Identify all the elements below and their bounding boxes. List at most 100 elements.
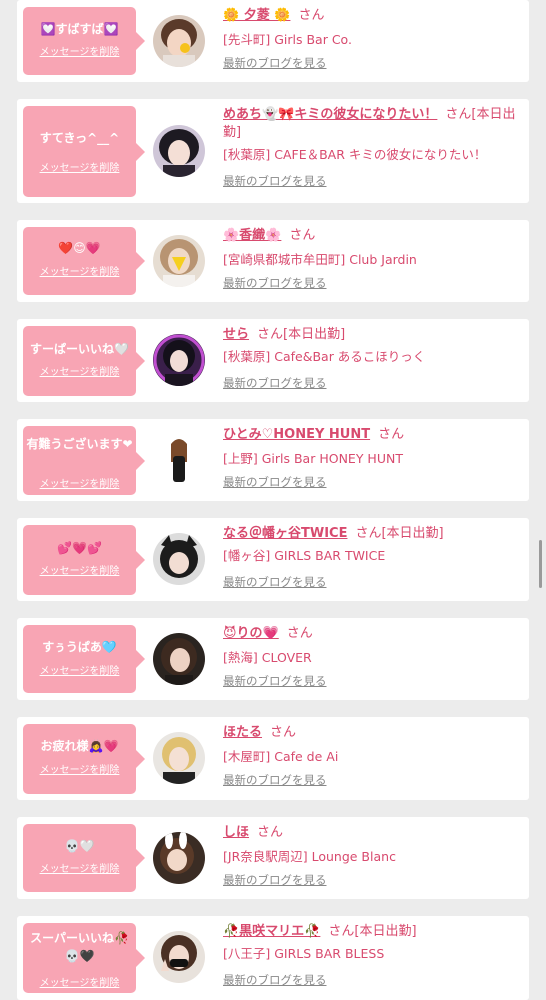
- latest-blog-link[interactable]: 最新のブログを見る: [223, 973, 519, 987]
- avatar[interactable]: [153, 732, 205, 784]
- entry-info: めあち👻🎀キミの彼女になりたい！ さん[本日出勤] [秋葉原] CAFE＆BAR …: [223, 106, 519, 188]
- list-item: すぅうぱあ🩵 メッセージを削除 😈りの💗 さん [熱海] CLOVER 最新のブロ…: [17, 618, 529, 700]
- latest-blog-link[interactable]: 最新のブログを見る: [223, 475, 519, 489]
- delete-message-link[interactable]: メッセージを削除: [23, 163, 136, 175]
- entry-info: ほたる さん [木屋町] Cafe de Ai 最新のブログを見る: [223, 724, 519, 787]
- message-bubble: 💀🤍 メッセージを削除: [23, 824, 145, 892]
- delete-message-link[interactable]: メッセージを削除: [23, 864, 136, 876]
- message-bubble: すーぱーいいね🤍 メッセージを削除: [23, 326, 145, 396]
- delete-message-link[interactable]: メッセージを削除: [23, 666, 136, 678]
- latest-blog-link[interactable]: 最新のブログを見る: [223, 376, 519, 390]
- cast-name-link[interactable]: せら: [223, 327, 249, 342]
- latest-blog-link[interactable]: 最新のブログを見る: [223, 174, 519, 188]
- attendance-status: [本日出勤]: [354, 924, 417, 939]
- delete-message-link[interactable]: メッセージを削除: [23, 367, 136, 379]
- message-bubble: スーパーいいね🥀💀🖤 メッセージを削除: [23, 923, 145, 993]
- avatar[interactable]: [153, 235, 205, 287]
- attendance-status: [本日出勤]: [381, 526, 444, 541]
- message-bubble: 有難うございます❤ メッセージを削除: [23, 426, 145, 495]
- avatar[interactable]: [153, 434, 205, 486]
- shop-name: [秋葉原] Cafe&Bar あるこほりっく: [223, 349, 426, 364]
- delete-message-link[interactable]: メッセージを削除: [23, 479, 136, 491]
- honorific: さん: [445, 107, 472, 122]
- entry-info: 🌸香織🌸 さん [宮崎県都城市牟田町] Club Jardin 最新のブログを見る: [223, 227, 519, 290]
- cast-name-link[interactable]: なる＠幡ヶ谷TWICE: [223, 526, 347, 541]
- cast-name-link[interactable]: 🌼 夕菱 🌼: [223, 8, 290, 23]
- honorific: さん: [378, 427, 405, 442]
- entry-info: 🥀黒咲マリエ🥀 さん[本日出勤] [八王子] GIRLS BAR BLESS 最新…: [223, 923, 519, 987]
- list-item: 💕💗💕 メッセージを削除 なる＠幡ヶ谷TWICE さん[本日出勤] [幡ヶ谷] G…: [17, 518, 529, 601]
- latest-blog-link[interactable]: 最新のブログを見る: [223, 674, 519, 688]
- cast-name-link[interactable]: ほたる: [223, 725, 262, 740]
- avatar[interactable]: [153, 15, 205, 67]
- scrollbar-thumb[interactable]: [539, 540, 542, 588]
- latest-blog-link[interactable]: 最新のブログを見る: [223, 276, 519, 290]
- message-bubble: 💕💗💕 メッセージを削除: [23, 525, 145, 595]
- entry-info: なる＠幡ヶ谷TWICE さん[本日出勤] [幡ヶ谷] GIRLS BAR TWIC…: [223, 525, 519, 589]
- shop-name: [秋葉原] CAFE＆BAR キミの彼女になりたい！: [223, 147, 487, 162]
- avatar[interactable]: [153, 334, 205, 386]
- message-text: 💟すばすば💟: [40, 22, 119, 36]
- latest-blog-link[interactable]: 最新のブログを見る: [223, 575, 519, 589]
- message-bubble: すぅうぱあ🩵 メッセージを削除: [23, 625, 145, 693]
- message-text: ❤️😊💗: [58, 241, 101, 255]
- message-text: すてきっ^__^: [39, 131, 120, 145]
- message-list: 💟すばすば💟 メッセージを削除 🌼 夕菱 🌼 さん [先斗町] Girls Bar…: [0, 0, 546, 1000]
- shop-name: [幡ヶ谷] GIRLS BAR TWICE: [223, 548, 386, 563]
- shop-name: [熱海] CLOVER: [223, 650, 312, 665]
- shop-name: [宮崎県都城市牟田町] Club Jardin: [223, 252, 417, 267]
- cast-name-link[interactable]: 😈りの💗: [223, 626, 279, 641]
- honorific: さん: [257, 825, 284, 840]
- entry-info: 😈りの💗 さん [熱海] CLOVER 最新のブログを見る: [223, 625, 519, 688]
- honorific: さん: [328, 924, 355, 939]
- latest-blog-link[interactable]: 最新のブログを見る: [223, 56, 519, 70]
- list-item: ❤️😊💗 メッセージを削除 🌸香織🌸 さん [宮崎県都城市牟田町] Club Ja…: [17, 220, 529, 302]
- honorific: さん: [289, 228, 316, 243]
- message-bubble: すてきっ^__^ メッセージを削除: [23, 106, 145, 197]
- message-text: 💀🤍: [64, 839, 95, 853]
- avatar[interactable]: [153, 533, 205, 585]
- list-item: すてきっ^__^ メッセージを削除 めあち👻🎀キミの彼女になりたい！ さん[本日出…: [17, 99, 529, 203]
- cast-name-link[interactable]: めあち👻🎀キミの彼女になりたい！: [223, 107, 437, 122]
- list-item: スーパーいいね🥀💀🖤 メッセージを削除 🥀黒咲マリエ🥀 さん[本日出勤] [八王子…: [17, 916, 529, 1000]
- shop-name: [JR奈良駅周辺] Lounge Blanc: [223, 849, 396, 864]
- shop-name: [先斗町] Girls Bar Co.: [223, 32, 352, 47]
- message-text: スーパーいいね🥀💀🖤: [30, 931, 129, 963]
- latest-blog-link[interactable]: 最新のブログを見る: [223, 873, 519, 887]
- honorific: さん: [257, 327, 284, 342]
- list-item: お疲れ様🙇‍♀️💗 メッセージを削除 ほたる さん [木屋町] Cafe de A…: [17, 717, 529, 800]
- honorific: さん: [298, 8, 325, 23]
- delete-message-link[interactable]: メッセージを削除: [23, 267, 136, 279]
- message-text: 💕💗💕: [57, 541, 102, 555]
- list-item: 💀🤍 メッセージを削除 しほ さん [JR奈良駅周辺] Lounge Blanc …: [17, 817, 529, 899]
- message-bubble: お疲れ様🙇‍♀️💗 メッセージを削除: [23, 724, 145, 794]
- message-bubble: 💟すばすば💟 メッセージを削除: [23, 7, 145, 75]
- avatar[interactable]: [153, 832, 205, 884]
- shop-name: [上野] Girls Bar HONEY HUNT: [223, 451, 403, 466]
- delete-message-link[interactable]: メッセージを削除: [23, 765, 136, 777]
- message-bubble: ❤️😊💗 メッセージを削除: [23, 227, 145, 295]
- cast-name-link[interactable]: しほ: [223, 825, 249, 840]
- message-text: すぅうぱあ🩵: [42, 640, 117, 654]
- avatar[interactable]: [153, 633, 205, 685]
- honorific: さん: [286, 626, 313, 641]
- latest-blog-link[interactable]: 最新のブログを見る: [223, 773, 519, 787]
- avatar[interactable]: [153, 931, 205, 983]
- entry-info: ひとみ♡HONEY HUNT さん [上野] Girls Bar HONEY HU…: [223, 426, 519, 489]
- honorific: さん: [355, 526, 382, 541]
- cast-name-link[interactable]: 🌸香織🌸: [223, 228, 281, 243]
- cast-name-link[interactable]: ひとみ♡HONEY HUNT: [223, 427, 370, 442]
- delete-message-link[interactable]: メッセージを削除: [23, 978, 136, 990]
- list-item: 有難うございます❤ メッセージを削除 ひとみ♡HONEY HUNT さん [上野]…: [17, 419, 529, 501]
- entry-info: せら さん[本日出勤] [秋葉原] Cafe&Bar あるこほりっく 最新のブログ…: [223, 326, 519, 390]
- shop-name: [木屋町] Cafe de Ai: [223, 749, 339, 764]
- delete-message-link[interactable]: メッセージを削除: [23, 47, 136, 59]
- avatar[interactable]: [153, 125, 205, 177]
- delete-message-link[interactable]: メッセージを削除: [23, 566, 136, 578]
- message-text: 有難うございます❤: [26, 437, 133, 451]
- message-text: すーぱーいいね🤍: [30, 342, 129, 356]
- shop-name: [八王子] GIRLS BAR BLESS: [223, 946, 385, 961]
- cast-name-link[interactable]: 🥀黒咲マリエ🥀: [223, 924, 320, 939]
- honorific: さん: [270, 725, 297, 740]
- attendance-status: [本日出勤]: [283, 327, 346, 342]
